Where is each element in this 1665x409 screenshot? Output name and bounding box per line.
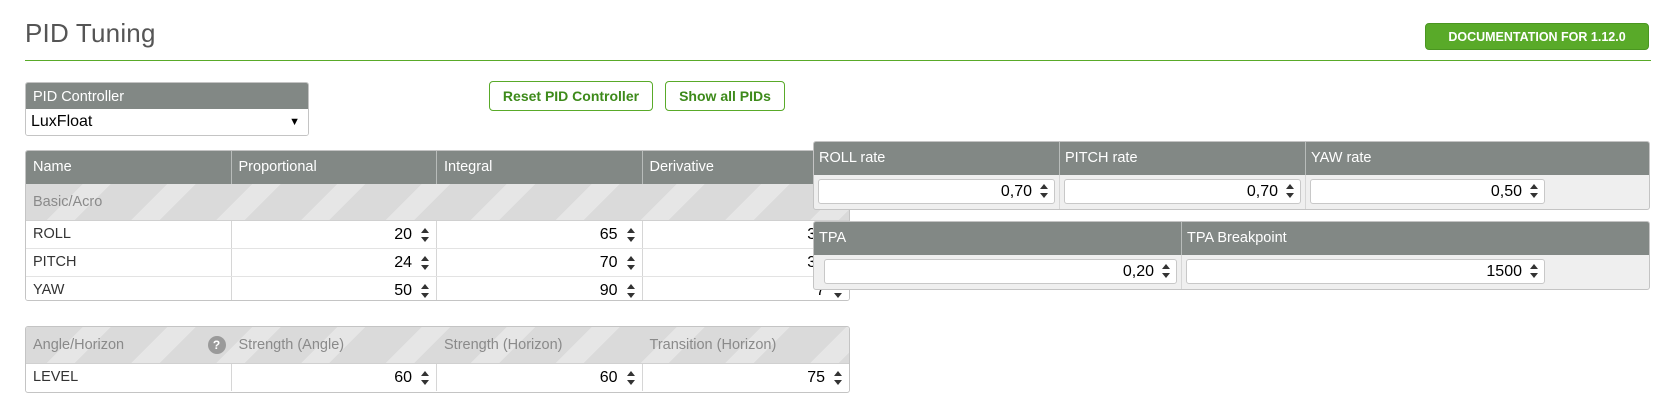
value: 75 (807, 369, 825, 386)
column-header-integral: Integral (437, 151, 643, 184)
angle-horizon-header: Angle/Horizon ? Strength (Angle) Strengt… (26, 327, 849, 364)
yaw-i-input[interactable]: 90 (437, 277, 643, 300)
pid-controller-value: LuxFloat (31, 113, 93, 130)
column-header-tpa: TPA (814, 222, 1182, 255)
tpa-breakpoint-cell: 1500 (1182, 255, 1549, 289)
value: 24 (394, 254, 413, 271)
page-title: PID Tuning (25, 18, 156, 48)
pitch-p-input[interactable]: 24 (231, 249, 438, 276)
caret-down-icon: ▼ (289, 116, 300, 128)
value: 60 (394, 369, 413, 386)
spinner-icon[interactable] (420, 284, 430, 298)
value: 50 (394, 282, 413, 299)
row-name: LEVEL (26, 364, 232, 391)
column-header-roll-rate: ROLL rate (814, 142, 1060, 175)
roll-rate-cell: 0,70 (814, 175, 1060, 209)
tpa-breakpoint-input[interactable]: 1500 (1186, 259, 1545, 284)
column-header-proportional: Proportional (232, 151, 437, 184)
spinner-icon[interactable] (833, 371, 843, 385)
spinner-icon[interactable] (1285, 184, 1295, 198)
pitch-rate-input[interactable]: 0,70 (1064, 179, 1301, 204)
column-header-pitch-rate: PITCH rate (1060, 142, 1306, 175)
value: 65 (599, 226, 618, 243)
pid-controller-panel: PID Controller LuxFloat ▼ (25, 82, 309, 136)
table-row: PITCH 24 70 30 (26, 249, 849, 277)
tpa-input[interactable]: 0,20 (824, 259, 1177, 284)
yaw-rate-input[interactable]: 0,50 (1310, 179, 1545, 204)
level-strength-angle-input[interactable]: 60 (231, 364, 438, 391)
column-header-yaw-rate: YAW rate (1311, 150, 1372, 166)
spinner-icon[interactable] (420, 228, 430, 242)
pid-controller-select[interactable]: LuxFloat ▼ (26, 109, 308, 135)
rates-table: ROLL rate PITCH rate YAW rate 0,70 0,70 … (813, 141, 1650, 210)
documentation-button[interactable]: DOCUMENTATION FOR 1.12.0 (1425, 23, 1649, 50)
value: 0,50 (1490, 183, 1522, 200)
tpa-table: TPA TPA Breakpoint 0,20 1500 (813, 221, 1650, 290)
row-name: YAW (26, 277, 232, 300)
row-name: PITCH (26, 249, 232, 276)
value: 60 (599, 369, 618, 386)
pid-controller-label: PID Controller (26, 83, 308, 109)
column-header-angle-horizon: Angle/Horizon ? (26, 327, 232, 363)
level-transition-horizon-input[interactable]: 75 (642, 364, 849, 391)
value: 0,70 (1000, 183, 1032, 200)
value: 90 (599, 282, 618, 299)
column-header-tpa-breakpoint: TPA Breakpoint (1187, 230, 1287, 246)
pid-table-header: Name Proportional Integral Derivative (26, 151, 849, 184)
pid-table: Name Proportional Integral Derivative Ba… (25, 150, 850, 301)
value: 0,70 (1246, 183, 1278, 200)
table-row: LEVEL 60 60 75 (26, 364, 849, 391)
spinner-icon[interactable] (420, 256, 430, 270)
section-header-basic-acro: Basic/Acro (26, 184, 849, 221)
tpa-header: TPA TPA Breakpoint (814, 222, 1649, 255)
spinner-icon[interactable] (420, 371, 430, 385)
table-row: YAW 50 90 7 (26, 277, 849, 300)
title-divider (25, 60, 1651, 61)
roll-i-input[interactable]: 65 (437, 221, 643, 248)
pitch-rate-cell: 0,70 (1060, 175, 1306, 209)
column-header-name: Name (26, 151, 232, 184)
tpa-cell: 0,20 (814, 255, 1182, 289)
show-all-pids-button[interactable]: Show all PIDs (665, 81, 785, 111)
value: 70 (599, 254, 618, 271)
roll-rate-input[interactable]: 0,70 (818, 179, 1055, 204)
rates-row: 0,70 0,70 0,50 (814, 175, 1649, 209)
spinner-icon[interactable] (626, 371, 636, 385)
help-icon[interactable]: ? (207, 336, 226, 354)
table-row: ROLL 20 65 30 (26, 221, 849, 249)
tpa-row: 0,20 1500 (814, 255, 1649, 289)
spinner-icon[interactable] (1039, 184, 1049, 198)
yaw-rate-cell: 0,50 (1306, 175, 1549, 209)
value: 0,20 (1122, 263, 1154, 280)
value: 1500 (1486, 263, 1522, 280)
reset-pid-controller-button[interactable]: Reset PID Controller (489, 81, 653, 111)
spinner-icon[interactable] (626, 284, 636, 298)
spinner-icon[interactable] (1529, 264, 1539, 278)
value: 20 (394, 226, 413, 243)
yaw-p-input[interactable]: 50 (231, 277, 438, 300)
angle-horizon-table: Angle/Horizon ? Strength (Angle) Strengt… (25, 326, 850, 393)
spinner-icon[interactable] (626, 228, 636, 242)
roll-p-input[interactable]: 20 (231, 221, 438, 248)
pitch-i-input[interactable]: 70 (437, 249, 643, 276)
rates-header: ROLL rate PITCH rate YAW rate (814, 142, 1649, 175)
column-header-strength-horizon: Strength (Horizon) (444, 337, 563, 353)
spinner-icon[interactable] (626, 256, 636, 270)
angle-horizon-label: Angle/Horizon (33, 337, 125, 353)
spinner-icon[interactable] (1161, 264, 1171, 278)
row-name: ROLL (26, 221, 232, 248)
column-header-strength-angle: Strength (Angle) (238, 337, 345, 353)
column-header-transition-horizon: Transition (Horizon) (649, 337, 777, 353)
spinner-icon[interactable] (1529, 184, 1539, 198)
level-strength-horizon-input[interactable]: 60 (437, 364, 643, 391)
